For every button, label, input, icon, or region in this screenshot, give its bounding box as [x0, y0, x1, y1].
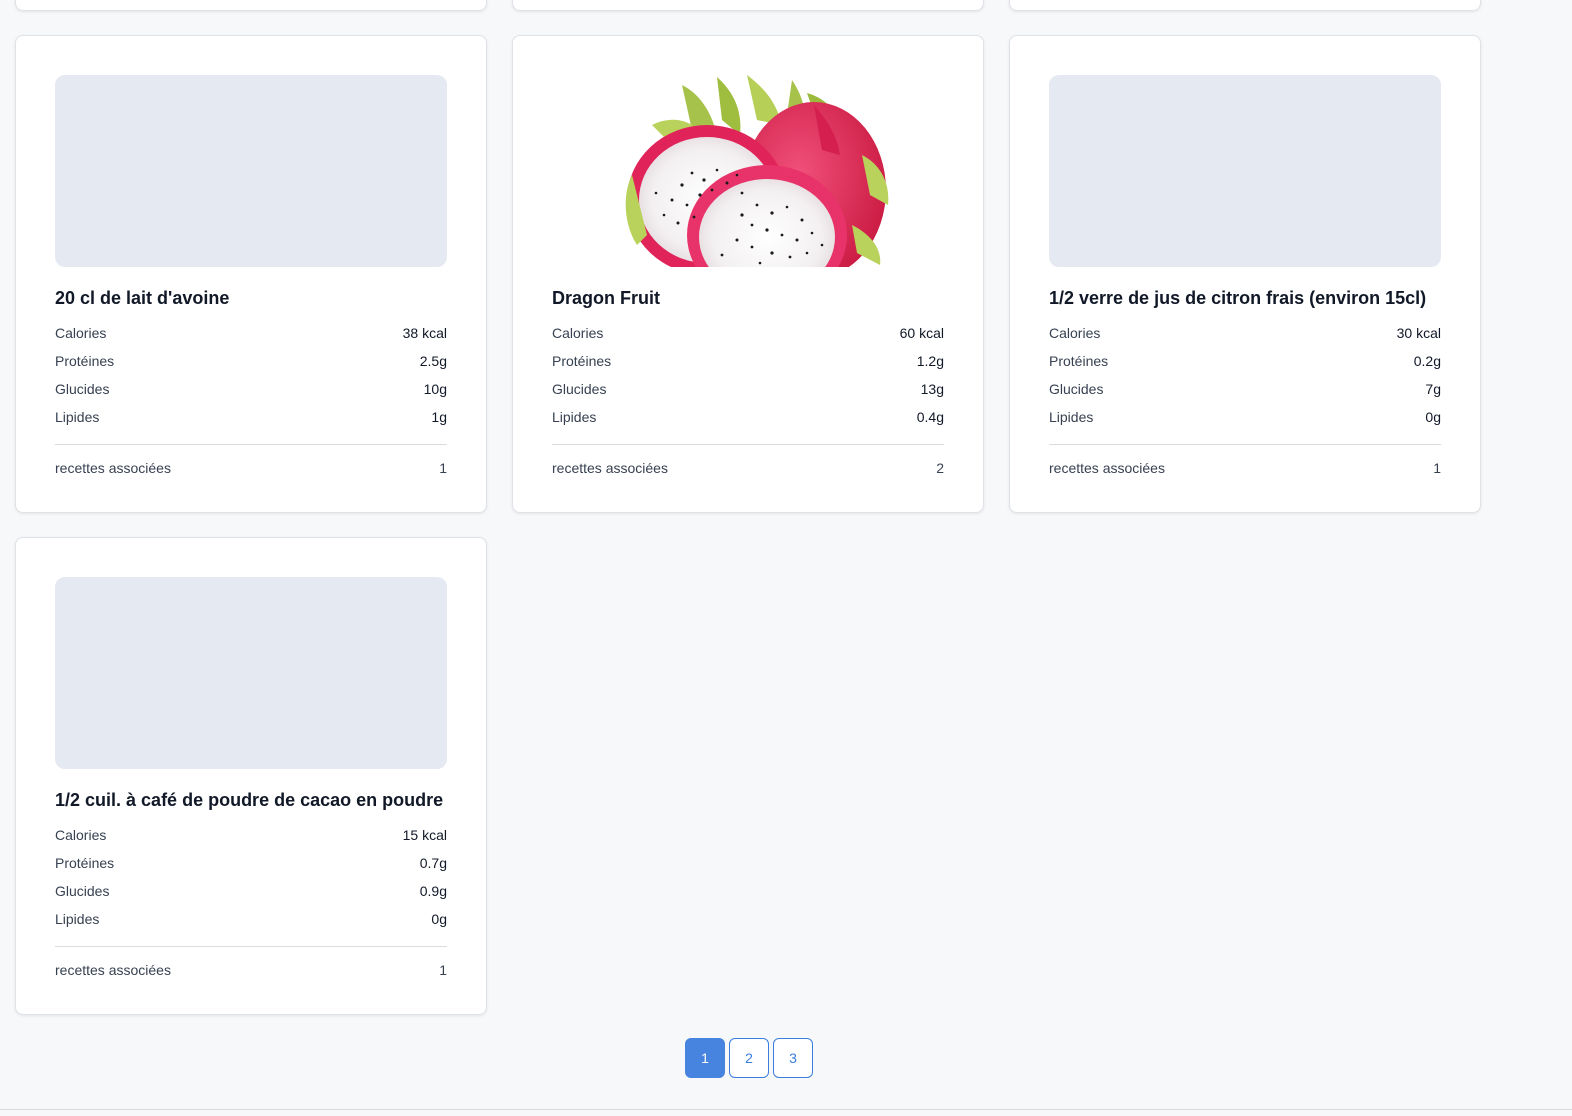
nutrition-label: Calories [1049, 325, 1101, 341]
page-button-3[interactable]: 3 [773, 1038, 813, 1078]
nutrition-value: 0g [1425, 409, 1441, 425]
divider [1049, 444, 1441, 445]
nutrition-value: 0.9g [419, 883, 447, 899]
divider [55, 444, 447, 445]
related-recipes-count: 1 [439, 962, 447, 978]
nutrition-value: 15 kcal [402, 827, 447, 843]
nutrition-row-calories: Calories 30 kcal [1049, 319, 1441, 347]
nutrition-row-fats: Lipides 1g [55, 403, 447, 431]
nutrition-value: 1g [431, 409, 447, 425]
nutrition-row-carbs: Glucides 7g [1049, 375, 1441, 403]
ingredient-title: 20 cl de lait d'avoine [55, 288, 230, 308]
ingredient-card-partial[interactable] [1009, 0, 1481, 11]
related-recipes-label: recettes associées [55, 962, 171, 978]
nutrition-row-proteins: Protéines 2.5g [55, 347, 447, 375]
related-recipes-count: 1 [1433, 460, 1441, 476]
nutrition-value: 13g [920, 381, 944, 397]
pagination: 1 2 3 [685, 1038, 813, 1078]
nutrition-list: Calories 38 kcal Protéines 2.5g Glucides 10… [55, 319, 447, 431]
nutrition-row-fats: Lipides 0g [1049, 403, 1441, 431]
nutrition-label: Protéines [55, 353, 115, 369]
nutrition-label: Protéines [1049, 353, 1109, 369]
ingredient-image-placeholder [1049, 75, 1441, 267]
nutrition-label: Protéines [55, 855, 115, 871]
related-recipes-row: recettes associées 2 [552, 459, 944, 477]
nutrition-value: 10g [423, 381, 447, 397]
ingredient-card[interactable]: 1/2 cuil. à café de poudre de cacao en p… [15, 537, 487, 1015]
ingredient-title: Dragon Fruit [552, 288, 660, 308]
nutrition-row-proteins: Protéines 0.2g [1049, 347, 1441, 375]
nutrition-value: 0g [431, 911, 447, 927]
page-button-1[interactable]: 1 [685, 1038, 725, 1078]
nutrition-row-carbs: Glucides 10g [55, 375, 447, 403]
nutrition-label: Glucides [55, 883, 110, 899]
nutrition-row-fats: Lipides 0.4g [552, 403, 944, 431]
nutrition-row-calories: Calories 60 kcal [552, 319, 944, 347]
ingredient-image-placeholder [55, 577, 447, 769]
nutrition-label: Lipides [1049, 409, 1094, 425]
nutrition-value: 0.7g [419, 855, 447, 871]
ingredient-card[interactable]: 1/2 verre de jus de citron frais (enviro… [1009, 35, 1481, 513]
ingredient-image-placeholder [55, 75, 447, 267]
nutrition-list: Calories 60 kcal Protéines 1.2g Glucides 13… [552, 319, 944, 431]
nutrition-value: 0.2g [1413, 353, 1441, 369]
nutrition-label: Glucides [552, 381, 607, 397]
nutrition-list: Calories 15 kcal Protéines 0.7g Glucides 0.… [55, 821, 447, 933]
nutrition-row-carbs: Glucides 0.9g [55, 877, 447, 905]
nutrition-row-proteins: Protéines 1.2g [552, 347, 944, 375]
nutrition-value: 1.2g [916, 353, 944, 369]
ingredient-card[interactable]: Dragon Fruit Calories 60 kcal Protéines 1.… [512, 35, 984, 513]
nutrition-label: Lipides [55, 409, 100, 425]
page-button-2[interactable]: 2 [729, 1038, 769, 1078]
nutrition-value: 0.4g [916, 409, 944, 425]
related-recipes-label: recettes associées [1049, 460, 1165, 476]
nutrition-value: 7g [1425, 381, 1441, 397]
nutrition-row-fats: Lipides 0g [55, 905, 447, 933]
related-recipes-row: recettes associées 1 [55, 459, 447, 477]
nutrition-value: 38 kcal [402, 325, 447, 341]
nutrition-row-calories: Calories 38 kcal [55, 319, 447, 347]
related-recipes-count: 1 [439, 460, 447, 476]
ingredient-card[interactable]: 20 cl de lait d'avoine Calories 38 kcal P… [15, 35, 487, 513]
related-recipes-row: recettes associées 1 [1049, 459, 1441, 477]
ingredient-title: 1/2 verre de jus de citron frais (enviro… [1049, 288, 1427, 308]
nutrition-row-calories: Calories 15 kcal [55, 821, 447, 849]
divider [0, 1109, 1572, 1110]
related-recipes-label: recettes associées [552, 460, 668, 476]
nutrition-label: Calories [55, 325, 107, 341]
related-recipes-row: recettes associées 1 [55, 961, 447, 979]
nutrition-row-proteins: Protéines 0.7g [55, 849, 447, 877]
ingredient-card-partial[interactable] [512, 0, 984, 11]
nutrition-label: Lipides [55, 911, 100, 927]
nutrition-label: Glucides [55, 381, 110, 397]
divider [55, 946, 447, 947]
nutrition-label: Calories [552, 325, 604, 341]
divider [552, 444, 944, 445]
nutrition-row-carbs: Glucides 13g [552, 375, 944, 403]
nutrition-list: Calories 30 kcal Protéines 0.2g Glucides 7g… [1049, 319, 1441, 431]
related-recipes-label: recettes associées [55, 460, 171, 476]
nutrition-label: Protéines [552, 353, 612, 369]
nutrition-label: Lipides [552, 409, 597, 425]
nutrition-label: Calories [55, 827, 107, 843]
nutrition-value: 30 kcal [1396, 325, 1441, 341]
ingredient-title: 1/2 cuil. à café de poudre de cacao en p… [55, 790, 444, 810]
ingredient-card-partial[interactable] [15, 0, 487, 11]
related-recipes-count: 2 [936, 460, 944, 476]
nutrition-value: 60 kcal [899, 325, 944, 341]
nutrition-value: 2.5g [419, 353, 447, 369]
nutrition-label: Glucides [1049, 381, 1104, 397]
dragon-fruit-image [552, 75, 944, 267]
